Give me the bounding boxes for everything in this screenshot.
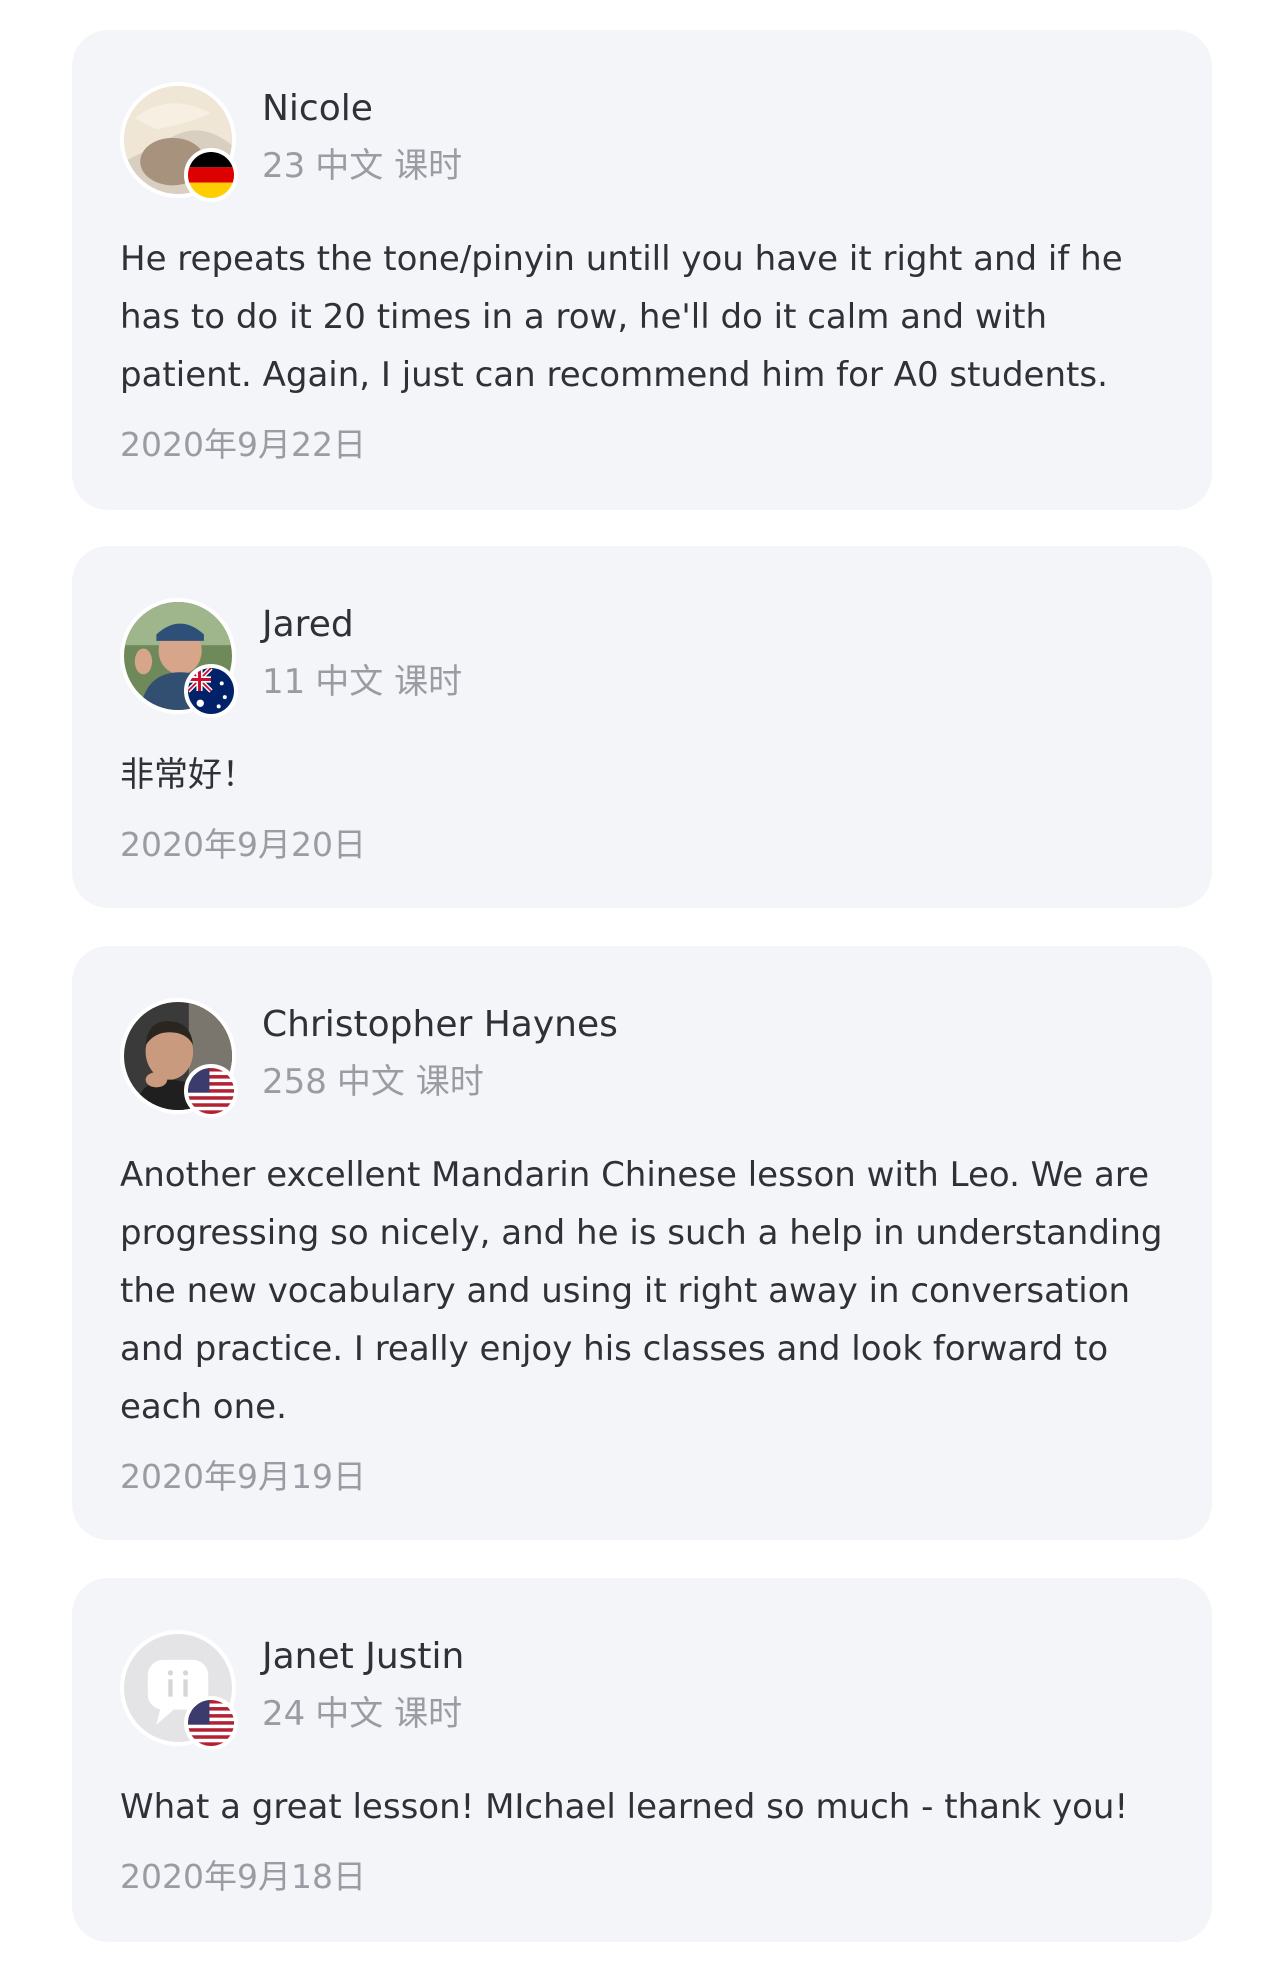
reviewer-name[interactable]: Janet Justin bbox=[262, 1636, 464, 1677]
germany-flag-icon bbox=[184, 148, 238, 202]
lesson-count-label: 中文 课时 bbox=[336, 1062, 484, 1102]
review-header: Nicole 23 中文 课时 bbox=[120, 82, 1164, 202]
reviewer-avatar[interactable] bbox=[120, 82, 238, 202]
usa-flag-icon bbox=[184, 1064, 238, 1118]
lesson-count: 258 中文 课时 bbox=[262, 1054, 484, 1103]
lesson-count: 11 中文 课时 bbox=[262, 654, 462, 703]
review-card: Janet Justin 24 中文 课时 What a great lesson… bbox=[72, 1578, 1212, 1942]
review-date: 2020年9月18日 bbox=[120, 1857, 366, 1896]
reviewer-name[interactable]: Jared bbox=[262, 604, 354, 645]
reviewer-avatar[interactable] bbox=[120, 1630, 238, 1750]
review-date: 2020年9月22日 bbox=[120, 425, 366, 464]
reviewer-avatar[interactable] bbox=[120, 598, 238, 718]
lesson-count: 23 中文 课时 bbox=[262, 138, 462, 187]
reviewer-name[interactable]: Nicole bbox=[262, 88, 373, 129]
lesson-count-number: 24 bbox=[262, 1694, 306, 1734]
lesson-count-number: 258 bbox=[262, 1062, 327, 1102]
review-text: 非常好！ bbox=[120, 755, 256, 795]
review-card: Christopher Haynes 258 中文 课时 Another exce… bbox=[72, 946, 1212, 1540]
review-header: Jared 11 中文 课时 bbox=[120, 598, 1164, 718]
australia-flag-icon bbox=[184, 664, 238, 718]
review-date: 2020年9月20日 bbox=[120, 825, 366, 864]
review-text: He repeats the tone/pinyin untill you ha… bbox=[120, 239, 1123, 395]
lesson-count-label: 中文 课时 bbox=[315, 1694, 463, 1734]
review-card: Jared 11 中文 课时 非常好！ 2020年9月20日 bbox=[72, 546, 1212, 908]
review-text: What a great lesson! MIchael learned so … bbox=[120, 1787, 1129, 1827]
lesson-count-number: 11 bbox=[262, 662, 306, 702]
review-header: Christopher Haynes 258 中文 课时 bbox=[120, 998, 1164, 1118]
review-card: Nicole 23 中文 课时 He repeats the tone/pinyi… bbox=[72, 30, 1212, 510]
usa-flag-icon bbox=[184, 1696, 238, 1750]
lesson-count-label: 中文 课时 bbox=[315, 146, 463, 186]
review-text: Another excellent Mandarin Chinese lesso… bbox=[120, 1155, 1163, 1427]
reviewer-name[interactable]: Christopher Haynes bbox=[262, 1004, 618, 1045]
lesson-count-number: 23 bbox=[262, 146, 306, 186]
lesson-count: 24 中文 课时 bbox=[262, 1686, 462, 1735]
review-date: 2020年9月19日 bbox=[120, 1457, 366, 1496]
review-header: Janet Justin 24 中文 课时 bbox=[120, 1630, 1164, 1750]
reviewer-avatar[interactable] bbox=[120, 998, 238, 1118]
lesson-count-label: 中文 课时 bbox=[315, 662, 463, 702]
